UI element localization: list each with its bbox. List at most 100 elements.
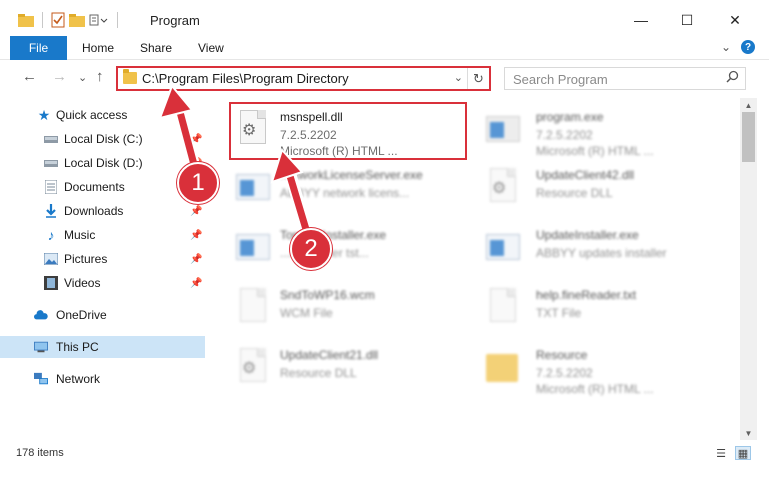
exe-icon: [234, 228, 270, 270]
file-version: 7.2.5.2202: [536, 128, 593, 142]
sidebar-item-music[interactable]: ♪ Music 📌: [0, 224, 205, 246]
file-name: UpdateClient42.dll: [536, 168, 635, 182]
file-item[interactable]: Resource 7.2.5.2202 Microsoft (R) HTML .…: [484, 344, 734, 398]
tab-view[interactable]: View: [198, 41, 224, 55]
file-item[interactable]: UpdateInstaller.exe ABBYY updates instal…: [484, 224, 734, 278]
status-bar: 178 items ☰ ▦: [0, 444, 769, 462]
highlight-box: [229, 102, 467, 160]
file-description: WCM File: [280, 306, 333, 320]
sidebar-item-local-disk-d[interactable]: Local Disk (D:) 📌: [0, 152, 205, 174]
folder-icon[interactable]: [18, 13, 34, 27]
sidebar-item-label: OneDrive: [56, 308, 107, 322]
forward-button[interactable]: →: [52, 68, 67, 85]
address-dropdown-icon[interactable]: ⌄: [454, 71, 463, 84]
sidebar-item-documents[interactable]: Documents 📌: [0, 176, 205, 198]
folder-icon: [123, 69, 137, 84]
pin-icon[interactable]: 📌: [190, 206, 202, 217]
dll-icon: ⚙: [484, 168, 520, 210]
file-item[interactable]: TomonsInstaller.exe ...neReader tst...: [234, 224, 474, 278]
sidebar-item-label: Network: [56, 372, 101, 386]
sidebar-item-downloads[interactable]: Downloads 📌: [0, 200, 205, 222]
sidebar-item-network[interactable]: Network: [0, 368, 205, 390]
sidebar-item-quick-access[interactable]: ★ Quick access: [0, 104, 205, 126]
file-name: Resource: [536, 348, 588, 362]
file-item[interactable]: NetworkLicenseServer.exe ABBYY network l…: [234, 164, 474, 218]
file-name: NetworkLicenseServer.exe: [280, 168, 423, 182]
file-description: ABBYY network licens...: [280, 186, 410, 200]
file-description: ABBYY updates installer: [536, 246, 667, 260]
quick-access-toolbar: [18, 12, 122, 28]
pin-icon[interactable]: 📌: [190, 278, 202, 289]
file-name: help.fineReader.txt: [536, 288, 637, 302]
download-icon: [44, 204, 58, 218]
sidebar-item-label: This PC: [56, 340, 99, 354]
recent-locations-button[interactable]: ⌄: [78, 71, 87, 84]
sidebar-item-label: Videos: [64, 276, 101, 290]
search-placeholder: Search Program: [513, 72, 608, 87]
sidebar-item-videos[interactable]: Videos 📌: [0, 272, 205, 294]
tab-home[interactable]: Home: [82, 41, 114, 55]
bottom-strip: [0, 462, 769, 482]
customize-toolbar-icon[interactable]: [89, 13, 109, 27]
sidebar-item-pictures[interactable]: Pictures 📌: [0, 248, 205, 270]
scroll-down-icon[interactable]: ▼: [740, 426, 757, 440]
pin-icon[interactable]: 📌: [190, 230, 202, 241]
address-bar[interactable]: C:\Program Files\Program Directory ⌄ ↻: [116, 66, 491, 91]
expand-ribbon-icon[interactable]: ⌄: [721, 40, 731, 54]
sidebar-item-label: Music: [64, 228, 96, 242]
file-item[interactable]: ⚙ UpdateClient42.dll Resource DLL: [484, 164, 734, 218]
vertical-scrollbar[interactable]: ▲ ▼: [740, 98, 757, 440]
file-item[interactable]: SndToWP16.wcm WCM File: [234, 284, 474, 338]
window-title: Program: [150, 13, 200, 28]
address-path[interactable]: C:\Program Files\Program Directory: [142, 71, 349, 86]
file-icon: [484, 288, 520, 330]
file-icon: [234, 288, 270, 330]
drive-icon: [44, 156, 58, 170]
ribbon-tabs: File Home Share View ⌄ ?: [0, 36, 769, 60]
view-toggle: ☰ ▦: [713, 446, 751, 460]
new-folder-icon[interactable]: [69, 13, 85, 27]
title-bar: Program — ☐ ✕: [0, 0, 769, 40]
maximize-button[interactable]: ☐: [664, 0, 710, 40]
file-item[interactable]: help.fineReader.txt TXT File: [484, 284, 734, 338]
search-icon[interactable]: [726, 70, 739, 86]
file-description: Microsoft (R) HTML ...: [536, 382, 654, 396]
help-icon[interactable]: ?: [741, 40, 755, 54]
large-icons-view-icon[interactable]: ▦: [735, 446, 751, 460]
minimize-button[interactable]: —: [618, 0, 664, 40]
sidebar-item-label: Pictures: [64, 252, 108, 266]
file-description: Resource DLL: [280, 366, 357, 380]
exe-icon: [234, 168, 270, 210]
pin-icon[interactable]: 📌: [190, 254, 202, 265]
file-item[interactable]: program.exe 7.2.5.2202 Microsoft (R) HTM…: [484, 106, 734, 160]
sidebar-item-label: Documents: [64, 180, 125, 194]
search-input[interactable]: Search Program: [504, 67, 746, 90]
pictures-icon: [44, 252, 58, 266]
computer-icon: [34, 340, 48, 354]
up-button[interactable]: ↑: [96, 68, 104, 85]
tab-file[interactable]: File: [10, 36, 67, 60]
file-item[interactable]: ⚙ UpdateClient21.dll Resource DLL: [234, 344, 474, 398]
toolbar-separator: [117, 12, 118, 28]
sidebar-item-label: Quick access: [56, 108, 128, 122]
pin-icon[interactable]: 📌: [190, 134, 202, 145]
close-button[interactable]: ✕: [712, 0, 758, 40]
music-icon: ♪: [47, 227, 55, 243]
properties-icon[interactable]: [51, 12, 65, 28]
sidebar-item-this-pc[interactable]: This PC: [0, 336, 205, 358]
navigation-pane: ★ Quick access Local Disk (C:) 📌 Local D…: [0, 100, 210, 440]
folder-icon: [484, 348, 520, 390]
refresh-button[interactable]: ↻: [467, 68, 489, 89]
file-description: Microsoft (R) HTML ...: [536, 144, 654, 158]
scroll-up-icon[interactable]: ▲: [740, 98, 757, 112]
details-view-icon[interactable]: ☰: [713, 446, 729, 460]
sidebar-item-onedrive[interactable]: OneDrive: [0, 304, 205, 326]
sidebar-item-local-disk-c[interactable]: Local Disk (C:) 📌: [0, 128, 205, 150]
step-1-badge: 1: [177, 162, 219, 204]
file-description: TXT File: [536, 306, 582, 320]
toolbar-separator: [42, 12, 43, 28]
scroll-thumb[interactable]: [742, 112, 755, 162]
drive-icon: [44, 132, 58, 146]
back-button[interactable]: ←: [22, 68, 37, 85]
tab-share[interactable]: Share: [140, 41, 172, 55]
